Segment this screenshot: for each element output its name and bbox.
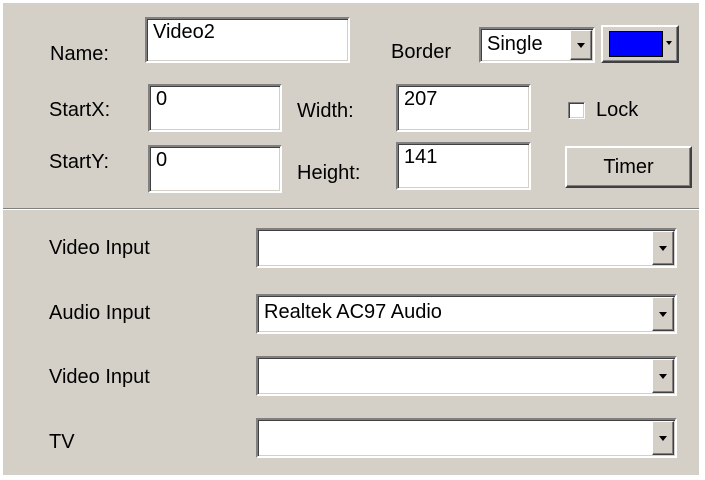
audio-input-select[interactable]: Realtek AC97 Audio [256, 294, 677, 334]
border-color-picker[interactable] [601, 25, 679, 63]
startx-label: StartX: [49, 99, 111, 121]
video-input-dropdown-button[interactable] [652, 231, 674, 265]
video-properties-panel: Name: Video2 Border Single StartX: 0 Wid… [3, 3, 699, 475]
chevron-down-icon [659, 374, 667, 379]
startx-field[interactable]: 0 [148, 84, 282, 132]
border-style-select[interactable]: Single [479, 27, 595, 63]
height-label: Height: [297, 162, 361, 184]
audio-input-value: Realtek AC97 Audio [264, 301, 442, 323]
height-field[interactable]: 141 [396, 142, 531, 190]
border-style-value: Single [487, 33, 543, 55]
lock-label[interactable]: Lock [596, 98, 638, 122]
tv-dropdown-button[interactable] [652, 421, 674, 455]
video-input-select-2[interactable] [256, 356, 677, 396]
chevron-down-icon [577, 43, 585, 48]
width-label: Width: [297, 100, 354, 122]
timer-button[interactable]: Timer [565, 146, 692, 188]
border-label: Border [391, 41, 452, 63]
video-input-label-2: Video Input [49, 366, 150, 388]
chevron-down-icon [666, 41, 672, 45]
starty-field[interactable]: 0 [148, 145, 282, 193]
name-label: Name: [50, 43, 109, 65]
video-input-select[interactable] [256, 228, 677, 268]
audio-input-dropdown-button[interactable] [652, 297, 674, 331]
starty-label: StartY: [49, 151, 110, 173]
lock-checkbox[interactable] [568, 102, 585, 119]
section-divider-highlight [3, 209, 699, 210]
border-style-dropdown-button[interactable] [570, 30, 592, 60]
audio-input-label: Audio Input [49, 302, 151, 324]
name-field[interactable]: Video2 [145, 17, 350, 63]
chevron-down-icon [659, 246, 667, 251]
video-input-label: Video Input [49, 237, 150, 259]
tv-label: TV [49, 431, 75, 453]
tv-select[interactable] [256, 418, 677, 458]
width-field[interactable]: 207 [396, 84, 531, 132]
video-input-dropdown-button-2[interactable] [652, 359, 674, 393]
border-color-swatch [609, 31, 663, 57]
chevron-down-icon [659, 312, 667, 317]
chevron-down-icon [659, 436, 667, 441]
